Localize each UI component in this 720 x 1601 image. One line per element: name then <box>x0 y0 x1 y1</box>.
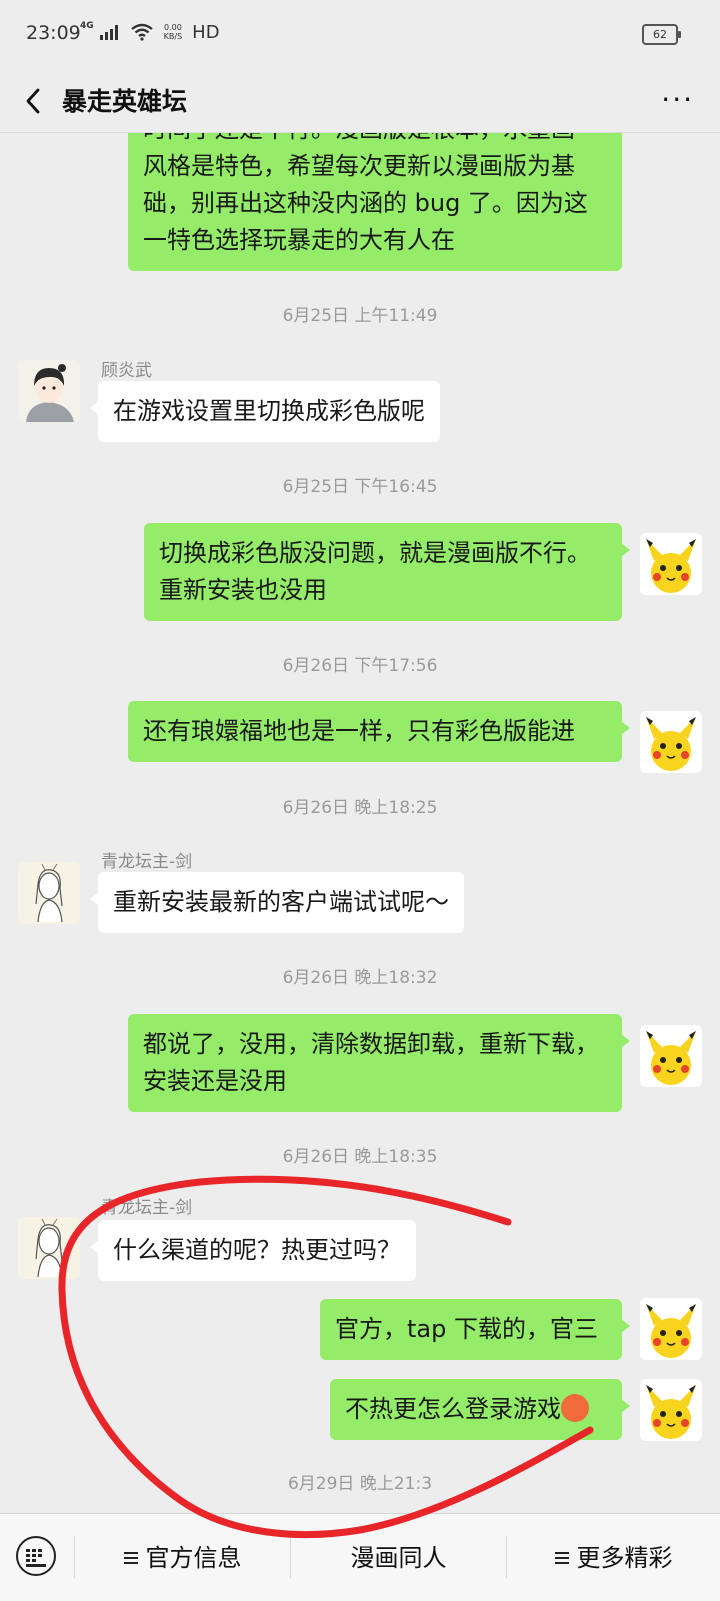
message-bubble[interactable]: 时间了还是不行。漫画版是根本，水墨画 风格是特色，希望每次更新以漫画版为基 础，… <box>128 133 622 271</box>
back-arrow-icon[interactable] <box>20 84 50 118</box>
avatar[interactable] <box>640 533 702 595</box>
message-bubble[interactable]: 重新安装最新的客户端试试呢～ <box>90 872 464 933</box>
sender-name: 青龙坛主-剑 <box>101 852 193 872</box>
message-list[interactable]: 时间了还是不行。漫画版是根本，水墨画 风格是特色，希望每次更新以漫画版为基 础，… <box>0 133 720 1513</box>
wifi-icon <box>130 23 153 41</box>
message-bubble[interactable]: 什么渠道的呢？热更过吗？ <box>90 1220 416 1281</box>
sender-name: 青龙坛主-剑 <box>101 1198 193 1218</box>
pikachu-avatar-icon <box>640 711 702 773</box>
angry-face-icon <box>561 1394 589 1422</box>
message-bubble[interactable]: 切换成彩色版没问题，就是漫画版不行。 重新安装也没用 <box>144 523 630 621</box>
message-text: 不热更怎么登录游戏 <box>345 1395 561 1423</box>
hd-indicator: HD <box>192 21 220 43</box>
chat-header: 暴走英雄坛 ··· <box>0 70 720 133</box>
avatar[interactable] <box>640 1379 702 1441</box>
timestamp: 6月26日 晚上18:25 <box>282 798 438 818</box>
menu-item-label: 官方信息 <box>145 1544 242 1572</box>
status-bar: 23:09 4G 0.00 KB/S HD 62 <box>0 0 720 70</box>
message-bubble[interactable]: 不热更怎么登录游戏 <box>330 1379 630 1440</box>
avatar[interactable] <box>640 1025 702 1087</box>
timestamp: 6月25日 上午11:49 <box>282 306 438 326</box>
message-line: 切换成彩色版没问题，就是漫画版不行。 <box>159 539 591 567</box>
message-line: 重新安装也没用 <box>159 576 327 604</box>
message-line: 时间了还是不行。漫画版是根本，水墨画 <box>143 133 607 148</box>
menu-item-label: 更多精彩 <box>576 1544 673 1572</box>
message-line: 重新安装最新的客户端试试呢～ <box>113 888 449 916</box>
more-options-icon[interactable]: ··· <box>661 86 694 114</box>
menu-official-info[interactable]: 官方信息 <box>75 1538 290 1578</box>
message-line: 在游戏设置里切换成彩色版呢 <box>113 397 425 425</box>
message-line: 都说了，没用，清除数据卸载，重新下载， <box>143 1030 599 1058</box>
signal-icon <box>99 24 118 40</box>
timestamp: 6月26日 下午17:56 <box>282 656 438 676</box>
menu-more[interactable]: 更多精彩 <box>507 1538 720 1578</box>
menu-item-label: 漫画同人 <box>350 1544 447 1572</box>
message-line: 还有琅嬛福地也是一样，只有彩色版能进 <box>143 717 575 745</box>
keyboard-icon[interactable] <box>16 1536 56 1576</box>
avatar[interactable] <box>18 862 80 924</box>
message-line: 什么渠道的呢？热更过吗？ <box>113 1236 401 1264</box>
status-icons: 4G 0.00 KB/S HD <box>80 20 220 44</box>
message-bubble[interactable]: 在游戏设置里切换成彩色版呢 <box>90 381 440 442</box>
message-bubble[interactable]: 都说了，没用，清除数据卸载，重新下载， 安装还是没用 <box>128 1014 630 1112</box>
status-time: 23:09 <box>26 22 81 44</box>
pikachu-avatar-icon <box>640 1025 702 1087</box>
sender-name: 顾炎武 <box>101 361 152 381</box>
timestamp: 6月29日 晚上21:3 <box>287 1474 433 1494</box>
message-line: 础，别再出这种没内涵的 bug 了。因为这 <box>143 189 588 217</box>
timestamp: 6月26日 晚上18:35 <box>282 1147 438 1167</box>
menu-comics-fanart[interactable]: 漫画同人 <box>291 1538 506 1578</box>
message-line: 安装还是没用 <box>143 1067 287 1095</box>
network-type: 4G <box>80 20 94 31</box>
pikachu-avatar-icon <box>640 1379 702 1441</box>
message-line: 不热更怎么登录游戏 <box>345 1391 607 1428</box>
message-line: 官方，tap 下载的，官三 <box>335 1315 598 1343</box>
pikachu-avatar-icon <box>640 1298 702 1360</box>
avatar[interactable] <box>640 1298 702 1360</box>
message-bubble[interactable]: 官方，tap 下载的，官三 <box>320 1299 630 1360</box>
message-line: 风格是特色，希望每次更新以漫画版为基 <box>143 152 575 180</box>
timestamp: 6月26日 晚上18:32 <box>282 968 438 988</box>
network-speed: 0.00 KB/S <box>164 23 183 41</box>
bottom-menu-bar: 官方信息 漫画同人 更多精彩 <box>0 1513 720 1601</box>
user-avatar-icon <box>18 1217 80 1279</box>
avatar[interactable] <box>18 1217 80 1279</box>
user-avatar-icon <box>18 360 80 422</box>
message-line: 一特色选择玩暴走的大有人在 <box>143 226 455 254</box>
menu-list-icon <box>123 1552 138 1564</box>
speed-unit: KB/S <box>163 32 183 41</box>
avatar[interactable] <box>18 360 80 422</box>
chat-title: 暴走英雄坛 <box>62 87 188 116</box>
message-bubble[interactable]: 还有琅嬛福地也是一样，只有彩色版能进 <box>128 701 630 762</box>
menu-list-icon <box>554 1552 569 1564</box>
avatar[interactable] <box>640 711 702 773</box>
battery-icon: 62 <box>642 24 681 45</box>
user-avatar-icon <box>18 862 80 924</box>
speed-value: 0.00 <box>164 23 182 32</box>
timestamp: 6月25日 下午16:45 <box>282 477 438 497</box>
pikachu-avatar-icon <box>640 533 702 595</box>
